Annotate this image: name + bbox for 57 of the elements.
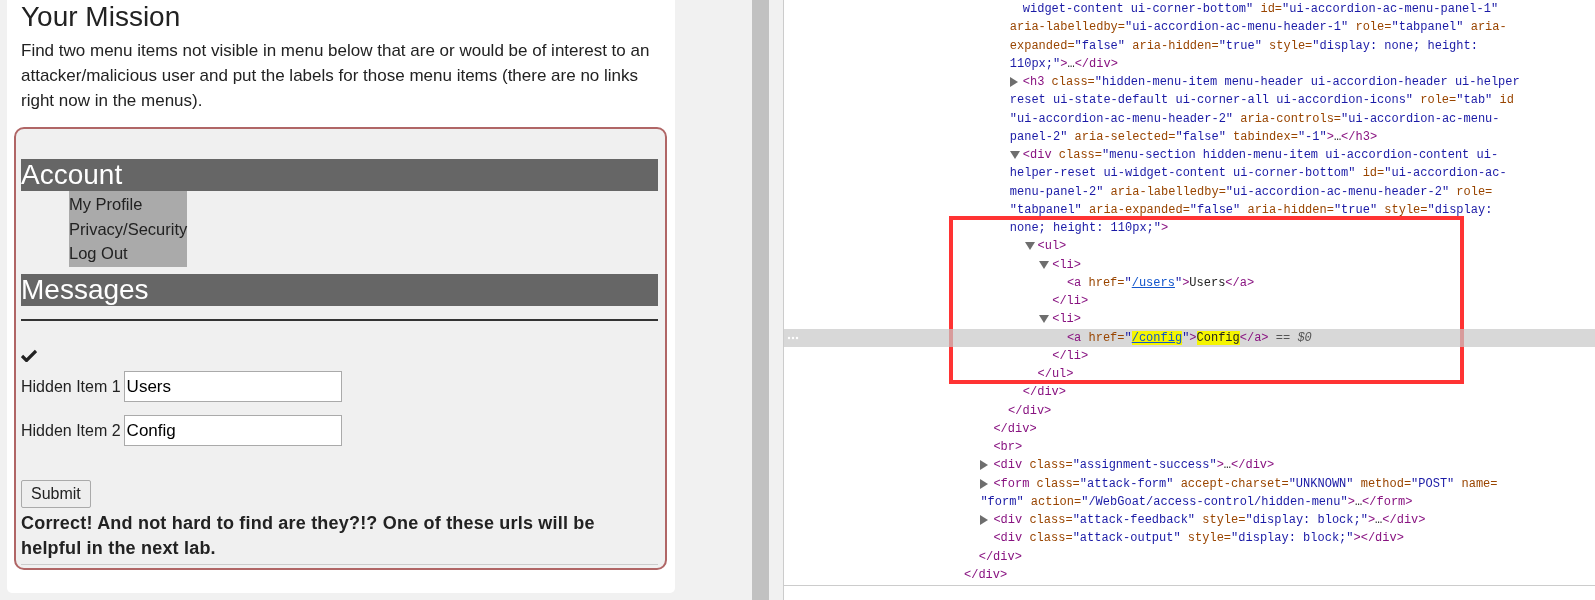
code-line: reset ui-state-default ui-corner-all ui-accordion-icons" role="tab" id [1009, 92, 1514, 110]
code-line: <li> [1052, 311, 1081, 329]
code-line: </div> [978, 548, 1022, 566]
code-line: <div class="menu-section hidden-menu-item ui-accordion-content ui- [1022, 147, 1499, 164]
input-field[interactable]: Users [123, 371, 342, 402]
code-line: panel-2" aria-selected="false" tabindex="-1">…</h3> [1009, 128, 1378, 146]
code-line: <div class="assignment-success">…</div> [993, 457, 1275, 475]
code-line: </ul> [1037, 366, 1074, 383]
menu-header[interactable]: Account [21, 159, 658, 191]
code-line: <a href="/config">Config</a> == $0 [1066, 329, 1312, 347]
code-line: </li> [1052, 293, 1089, 310]
code-line: expanded="false" aria-hidden="true" style="display: none; height: [1009, 37, 1478, 55]
highlighted-text: Config [1196, 330, 1240, 345]
mission-title: Your Mission [20, 0, 182, 34]
code-line: <a href="/users">Users</a> [1066, 274, 1255, 292]
input-field[interactable]: Config [123, 415, 342, 446]
code-line: "tabpanel" aria-expanded="false" aria-hidden="true" style="display: [1009, 201, 1493, 219]
code-line: none; height: 110px;"> [1009, 220, 1169, 237]
field-label: Hidden Item 1 [21, 377, 121, 396]
code-line: </li> [1052, 347, 1089, 365]
checkmark-icon [21, 348, 37, 362]
menu-header[interactable]: Messages [21, 273, 658, 306]
collapsed-triangle-icon[interactable] [980, 460, 989, 471]
expanded-triangle-icon[interactable] [1024, 242, 1035, 251]
collapsed-triangle-icon[interactable] [1009, 77, 1018, 88]
code-line: aria-labelledby="ui-accordion-ac-menu-header-1" role="tabpanel" aria- [1009, 19, 1507, 37]
menu-item[interactable]: Log Out [69, 241, 187, 266]
mission-description: Find two menu items not visible in menu below that are or would be of interest to an attacker/malicious user and put the labels for those menu items (there are no links right now in the menus). [21, 40, 651, 112]
field-label: Hidden Item 2 [21, 421, 121, 440]
code-line: 110px;">…</div> [1009, 55, 1118, 73]
code-line: menu-panel-2" aria-labelledby="ui-accordion-ac-menu-header-2" role= [1009, 183, 1493, 201]
code-line: <ul> [1037, 238, 1067, 256]
code-line: <div class="attack-output" style="display: block;"></div> [993, 530, 1404, 548]
expanded-triangle-icon[interactable] [1009, 151, 1020, 160]
code-line: </div> [1022, 384, 1066, 402]
code-line: widget-content ui-corner-bottom" id="ui-accordion-ac-menu-panel-1" [1022, 1, 1499, 18]
code-line: <br> [993, 439, 1023, 456]
code-line: <form class="attack-form" accept-charset="UNKNOWN" method="POST" name= [993, 475, 1498, 493]
code-line: <li> [1052, 256, 1081, 274]
code-line: </div> [964, 566, 1008, 584]
expanded-triangle-icon[interactable] [1039, 315, 1050, 324]
expanded-triangle-icon[interactable] [1039, 260, 1050, 269]
link[interactable]: /users [1131, 275, 1175, 290]
menu-item[interactable]: My Profile [69, 192, 187, 217]
code-line: </div> [993, 420, 1037, 438]
code-line: "form" action="/WebGoat/access-control/hidden-menu">…</form> [980, 493, 1413, 511]
code-line: </div> [1008, 402, 1052, 420]
code-line: <h3 class="hidden-menu-item menu-header ui-accordion-header ui-helper [1022, 74, 1520, 91]
link[interactable]: /config [1131, 330, 1183, 345]
collapsed-triangle-icon[interactable] [980, 515, 989, 526]
collapsed-triangle-icon[interactable] [980, 478, 989, 489]
code-line: helper-reset ui-widget-content ui-corner-bottom" id="ui-accordion-ac- [1009, 165, 1507, 183]
code-line: "ui-accordion-ac-menu-header-2" aria-controls="ui-accordion-ac-menu- [1009, 110, 1500, 128]
code-line: <div class="attack-feedback" style="display: block;">…</div> [993, 512, 1426, 529]
menu-item[interactable]: Privacy/Security [69, 216, 187, 241]
submit-button[interactable]: Submit [21, 479, 91, 508]
feedback-message: Correct! And not hard to find are they?!? One of these urls will be helpful in the next lab. [21, 511, 596, 560]
